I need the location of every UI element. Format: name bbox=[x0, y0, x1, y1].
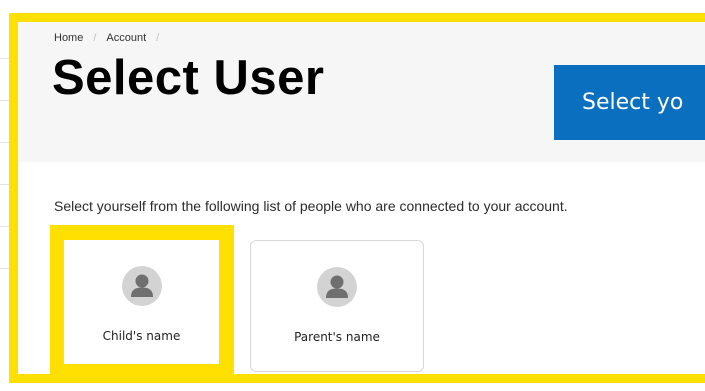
page: Home / Account / Select User Select yo S… bbox=[0, 0, 705, 391]
breadcrumb-home-link[interactable]: Home bbox=[54, 32, 83, 44]
select-banner: Select yo bbox=[554, 65, 705, 140]
user-avatar-icon bbox=[121, 266, 162, 306]
breadcrumb-separator: / bbox=[156, 32, 160, 44]
breadcrumb: Home / Account / bbox=[54, 32, 169, 44]
page-header: Home / Account / Select User Select yo bbox=[18, 22, 705, 162]
breadcrumb-separator: / bbox=[93, 32, 97, 44]
user-card-child[interactable]: Child's name bbox=[64, 240, 219, 364]
highlight-frame: Home / Account / Select User Select yo S… bbox=[9, 13, 705, 383]
user-card-name: Child's name bbox=[102, 329, 181, 343]
user-card-parent[interactable]: Parent's name bbox=[250, 240, 424, 372]
user-card-name: Parent's name bbox=[294, 330, 380, 344]
breadcrumb-account-link[interactable]: Account bbox=[106, 32, 146, 44]
user-avatar-icon bbox=[317, 267, 357, 307]
instructions-text: Select yourself from the following list … bbox=[54, 198, 568, 214]
page-title: Select User bbox=[52, 51, 325, 105]
